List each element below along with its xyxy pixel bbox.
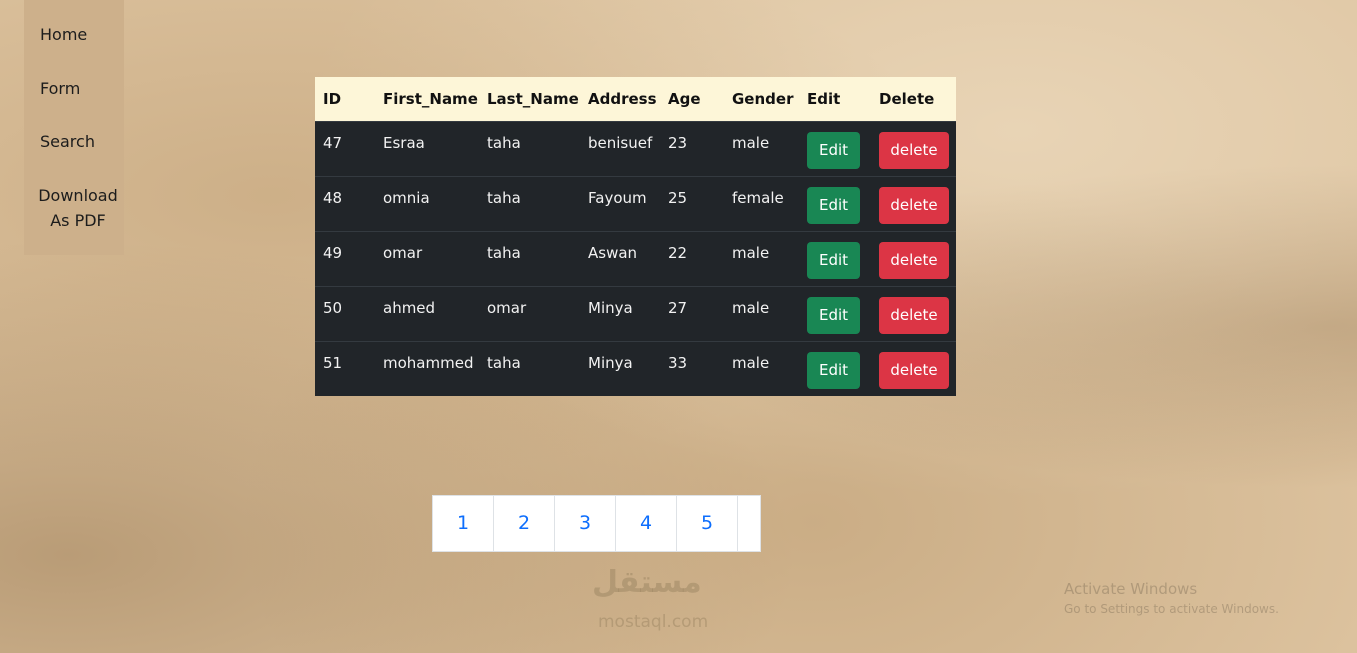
cell-last-name: taha bbox=[487, 133, 521, 152]
users-table: ID First_Name Last_Name Address Age Gend… bbox=[315, 77, 956, 396]
table-row: 47 Esraa taha benisuef 23 male Edit dele… bbox=[315, 121, 956, 176]
table-header-row: ID First_Name Last_Name Address Age Gend… bbox=[315, 77, 956, 121]
cell-edit: Edit bbox=[799, 121, 871, 176]
edit-button[interactable]: Edit bbox=[807, 186, 860, 224]
cell-last-name: omar bbox=[487, 298, 527, 317]
sidebar-item-home[interactable]: Home bbox=[24, 22, 124, 47]
page-link-3[interactable]: 3 bbox=[555, 496, 616, 551]
cell-id: 51 bbox=[323, 353, 343, 372]
activate-windows-subtitle: Go to Settings to activate Windows. bbox=[1064, 602, 1279, 616]
cell-first-name: mohammed bbox=[383, 353, 474, 372]
page-link-5[interactable]: 5 bbox=[677, 496, 738, 551]
cell-last-name: taha bbox=[487, 353, 521, 372]
table-row: 49 omar taha Aswan 22 male Edit delete bbox=[315, 231, 956, 286]
delete-button[interactable]: delete bbox=[879, 296, 949, 334]
column-header-first-name: First_Name bbox=[383, 89, 478, 108]
cell-age: 22 bbox=[668, 243, 688, 262]
cell-delete: delete bbox=[871, 286, 956, 341]
cell-delete: delete bbox=[871, 231, 956, 286]
column-header-gender: Gender bbox=[732, 89, 794, 108]
cell-id: 50 bbox=[323, 298, 343, 317]
cell-address: Aswan bbox=[588, 243, 638, 262]
pagination: 1 2 3 4 5 bbox=[432, 495, 761, 552]
column-header-delete: Delete bbox=[879, 89, 935, 108]
delete-button[interactable]: delete bbox=[879, 131, 949, 169]
page-link-1[interactable]: 1 bbox=[433, 496, 494, 551]
cell-age: 27 bbox=[668, 298, 688, 317]
cell-edit: Edit bbox=[799, 231, 871, 286]
cell-gender: male bbox=[732, 243, 770, 262]
sidebar-item-label-line1: Download bbox=[38, 186, 118, 205]
table-row: 51 mohammed taha Minya 33 male Edit dele… bbox=[315, 341, 956, 396]
cell-edit: Edit bbox=[799, 176, 871, 231]
cell-first-name: Esraa bbox=[383, 133, 425, 152]
cell-gender: male bbox=[732, 133, 770, 152]
cell-id: 49 bbox=[323, 243, 343, 262]
edit-button[interactable]: Edit bbox=[807, 131, 860, 169]
page-link-2[interactable]: 2 bbox=[494, 496, 555, 551]
cell-first-name: omnia bbox=[383, 188, 430, 207]
cell-first-name: ahmed bbox=[383, 298, 436, 317]
sidebar-item-label: Search bbox=[40, 132, 95, 151]
cell-age: 25 bbox=[668, 188, 688, 207]
cell-address: benisuef bbox=[588, 133, 653, 152]
sidebar-item-download-pdf[interactable]: Download As PDF bbox=[24, 183, 132, 233]
column-header-id: ID bbox=[323, 89, 342, 108]
watermark-site: mostaql.com bbox=[598, 612, 709, 632]
delete-button[interactable]: delete bbox=[879, 241, 949, 279]
column-header-last-name: Last_Name bbox=[487, 89, 579, 108]
edit-button[interactable]: Edit bbox=[807, 296, 860, 334]
cell-delete: delete bbox=[871, 176, 956, 231]
sidebar: Home Form Search Download As PDF bbox=[24, 0, 124, 255]
table-row: 50 ahmed omar Minya 27 male Edit delete bbox=[315, 286, 956, 341]
table-row: 48 omnia taha Fayoum 25 female Edit dele… bbox=[315, 176, 956, 231]
cell-edit: Edit bbox=[799, 341, 871, 396]
delete-button[interactable]: delete bbox=[879, 351, 949, 389]
cell-age: 33 bbox=[668, 353, 688, 372]
watermark-logo: مستقل bbox=[592, 565, 702, 600]
activate-windows-title: Activate Windows bbox=[1064, 580, 1198, 598]
cell-edit: Edit bbox=[799, 286, 871, 341]
sidebar-item-label: Form bbox=[40, 79, 81, 98]
cell-age: 23 bbox=[668, 133, 688, 152]
delete-button[interactable]: delete bbox=[879, 186, 949, 224]
cell-gender: female bbox=[732, 188, 784, 207]
column-header-edit: Edit bbox=[807, 89, 841, 108]
cell-delete: delete bbox=[871, 121, 956, 176]
sidebar-item-search[interactable]: Search bbox=[24, 129, 124, 154]
cell-delete: delete bbox=[871, 341, 956, 396]
cell-last-name: taha bbox=[487, 188, 521, 207]
cell-id: 48 bbox=[323, 188, 343, 207]
column-header-address: Address bbox=[588, 89, 657, 108]
cell-address: Minya bbox=[588, 353, 633, 372]
edit-button[interactable]: Edit bbox=[807, 241, 860, 279]
edit-button[interactable]: Edit bbox=[807, 351, 860, 389]
sidebar-item-label-line2: As PDF bbox=[50, 211, 106, 230]
sidebar-item-form[interactable]: Form bbox=[24, 76, 124, 101]
column-header-age: Age bbox=[668, 89, 701, 108]
sidebar-item-label: Home bbox=[40, 25, 88, 44]
cell-gender: male bbox=[732, 353, 770, 372]
cell-id: 47 bbox=[323, 133, 343, 152]
users-table-container: ID First_Name Last_Name Address Age Gend… bbox=[315, 77, 956, 396]
cell-gender: male bbox=[732, 298, 770, 317]
page-link-4[interactable]: 4 bbox=[616, 496, 677, 551]
cell-last-name: taha bbox=[487, 243, 521, 262]
page-link-next[interactable] bbox=[738, 496, 760, 551]
cell-address: Minya bbox=[588, 298, 633, 317]
cell-address: Fayoum bbox=[588, 188, 647, 207]
cell-first-name: omar bbox=[383, 243, 423, 262]
